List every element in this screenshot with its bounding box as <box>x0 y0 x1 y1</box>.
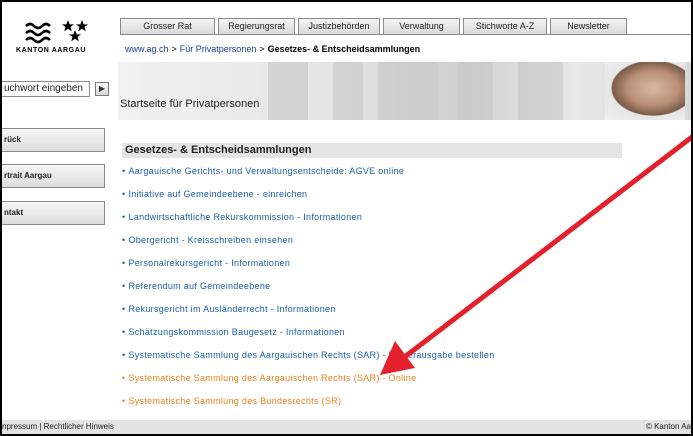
banner-decoration <box>378 62 438 120</box>
link-label[interactable]: Initiative auf Gemeindeebene - einreiche… <box>128 189 307 199</box>
tab-regierungsrat[interactable]: Regierungsrat <box>218 18 295 34</box>
banner-title: Startseite für Privatpersonen <box>120 98 260 110</box>
list-item[interactable]: • Referendum auf Gemeindeebene <box>122 280 495 303</box>
search-input[interactable]: uchwort eingeben <box>2 81 90 97</box>
topnav-divider <box>120 34 691 35</box>
link-label[interactable]: Referendum auf Gemeindeebene <box>128 281 270 291</box>
link-label[interactable]: Rekursgericht im Ausländerrecht - Inform… <box>128 304 335 314</box>
kanton-aargau-logo[interactable] <box>24 18 94 50</box>
link-label[interactable]: Systematische Sammlung des Aargauischen … <box>128 350 494 360</box>
link-label[interactable]: Landwirtschaftliche Rekurskommission - I… <box>128 212 362 222</box>
list-item[interactable]: • Initiative auf Gemeindeebene - einreich… <box>122 188 495 211</box>
bullet: • <box>122 212 126 222</box>
bullet: • <box>122 350 126 360</box>
header-banner: Startseite für Privatpersonen <box>118 62 691 120</box>
breadcrumb: www.ag.ch > Für Privatpersonen > Gesetzes- &… <box>125 44 420 54</box>
bullet: • <box>122 281 126 291</box>
bullet: • <box>122 304 126 314</box>
list-item[interactable]: • Personalrekursgericht - Informationen <box>122 257 495 280</box>
browser-page: KANTON AARGAU Grosser Rat Regierungsrat … <box>2 2 691 434</box>
sidebar-button-zurueck[interactable]: rück <box>2 128 105 152</box>
list-item[interactable]: • Rekursgericht im Ausländerrecht - Infor… <box>122 303 495 326</box>
footer-links[interactable]: npressum | Rechtlicher Hinweis <box>2 420 114 434</box>
banner-portrait-photo <box>605 62 685 120</box>
bullet: • <box>122 327 126 337</box>
link-label[interactable]: Systematische Sammlung des Aargauischen … <box>128 373 416 383</box>
list-item[interactable]: • Systematische Sammlung des Aargauischen… <box>122 349 495 372</box>
bullet: • <box>122 235 126 245</box>
sidebar-button-portrait-aargau[interactable]: rtrait Aargau <box>2 164 105 188</box>
link-label[interactable]: Personalrekursgericht - Informationen <box>128 258 290 268</box>
tab-grosser-rat[interactable]: Grosser Rat <box>120 18 215 34</box>
list-item[interactable]: • Schätzungskommission Baugesetz - Inform… <box>122 326 495 349</box>
breadcrumb-separator: > <box>259 44 265 54</box>
triangle-right-icon: ▶ <box>98 84 106 93</box>
link-label[interactable]: Systematische Sammlung des Bundesrechts … <box>128 396 341 406</box>
list-item[interactable]: • Systematische Sammlung des Aargauischen… <box>122 372 495 395</box>
bullet: • <box>122 189 126 199</box>
link-label[interactable]: Aargauische Gerichts- und Verwaltungsent… <box>128 166 404 176</box>
logo-text: KANTON AARGAU <box>16 47 87 54</box>
footer: npressum | Rechtlicher Hinweis © Kanton … <box>2 420 691 434</box>
sidebar-button-kontakt[interactable]: ntakt <box>2 201 105 225</box>
breadcrumb-home-link[interactable]: www.ag.ch <box>125 44 169 54</box>
link-list: • Aargauische Gerichts- und Verwaltungsen… <box>122 165 495 418</box>
bullet: • <box>122 373 126 383</box>
link-label[interactable]: Schätzungskommission Baugesetz - Informa… <box>128 327 344 337</box>
footer-copyright: © Kanton Aa <box>645 422 691 431</box>
tab-newsletter[interactable]: Newsletter <box>550 18 627 34</box>
tab-stichworte-a-z[interactable]: Stichworte A-Z <box>463 18 547 34</box>
banner-decoration <box>518 62 563 120</box>
breadcrumb-current: Gesetzes- & Entscheidsammlungen <box>267 44 421 54</box>
banner-decoration <box>268 62 308 120</box>
top-navigation: Grosser Rat Regierungsrat Justizbehörden… <box>120 18 630 34</box>
banner-decoration <box>333 62 363 120</box>
link-label[interactable]: Obergericht - Kreisschreiben einsehen <box>128 235 293 245</box>
search-go-button[interactable]: ▶ <box>95 82 109 96</box>
breadcrumb-parent-link[interactable]: Für Privatpersonen <box>180 44 257 54</box>
list-item[interactable]: • Landwirtschaftliche Rekurskommission - … <box>122 211 495 234</box>
list-item[interactable]: • Systematische Sammlung des Bundesrechts… <box>122 395 495 418</box>
list-item[interactable]: • Aargauische Gerichts- und Verwaltungsen… <box>122 165 495 188</box>
bullet: • <box>122 396 126 406</box>
list-item[interactable]: • Obergericht - Kreisschreiben einsehen <box>122 234 495 257</box>
bullet: • <box>122 258 126 268</box>
banner-decoration <box>458 62 493 120</box>
tab-justizbehoerden[interactable]: Justizbehörden <box>298 18 380 34</box>
tab-verwaltung[interactable]: Verwaltung <box>383 18 460 34</box>
section-heading: Gesetzes- & Entscheidsammlungen <box>122 143 622 158</box>
breadcrumb-separator: > <box>171 44 177 54</box>
bullet: • <box>122 166 126 176</box>
